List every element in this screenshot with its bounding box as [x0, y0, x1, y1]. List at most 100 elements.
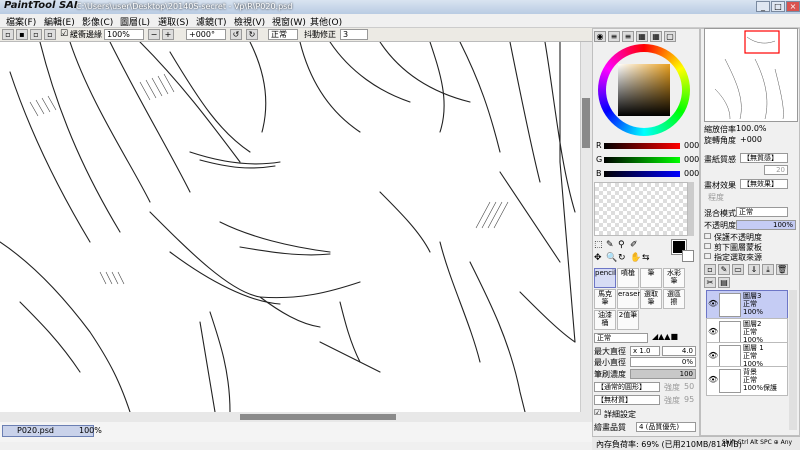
swatches-tab-icon[interactable]: ▦ [650, 31, 662, 42]
layer-item[interactable]: 👁 背景 正常 100%保護 [706, 366, 788, 396]
resize-icon[interactable]: ▫ [44, 29, 56, 40]
rotate-right-icon[interactable]: ↻ [246, 29, 258, 40]
color-mix-tab-icon[interactable]: ▦ [636, 31, 648, 42]
close-button[interactable]: × [786, 1, 800, 12]
brush-marker[interactable]: 馬克筆 [594, 289, 616, 309]
document-tab[interactable]: P020.psd 100% [2, 425, 102, 437]
rect-select-icon[interactable]: ⬚ [594, 240, 603, 250]
move-icon[interactable]: ✥ [594, 253, 602, 263]
navigator-preview[interactable] [704, 28, 798, 122]
menu-layer[interactable]: 圖層(L) [120, 15, 150, 28]
new-layer-icon[interactable]: ▫ [704, 264, 716, 275]
magic-wand-icon[interactable]: ⚲ [618, 240, 625, 250]
antialias-checkbox[interactable]: ☑ [60, 29, 68, 39]
scratchpad-tab-icon[interactable]: ▢ [664, 31, 676, 42]
minimize-button[interactable]: _ [756, 1, 770, 12]
zoom-out-icon[interactable]: − [148, 29, 160, 40]
transform-icon[interactable]: ▫ [30, 29, 42, 40]
visibility-eye-icon[interactable]: 👁 [708, 327, 718, 337]
brush-shape-select[interactable]: 【通常的圓形】 [594, 382, 660, 392]
brush-eraser[interactable]: eraser [617, 289, 640, 309]
brush-select-eraser[interactable]: 選區擦 [663, 289, 685, 309]
brush-tip-shapes[interactable]: ◢▲▲■ [652, 332, 696, 343]
protect-checkbox[interactable]: ☐ [704, 232, 711, 241]
clear-layer-icon[interactable]: ✂ [704, 277, 716, 288]
rotate-tool-icon[interactable]: ↻ [618, 253, 626, 263]
visibility-eye-icon[interactable]: 👁 [708, 299, 718, 309]
brush-pen[interactable]: 筆 [640, 268, 662, 288]
layer-blend-select[interactable]: 正常 [736, 207, 788, 217]
layer-scrollbar[interactable] [789, 290, 797, 430]
new-folder-icon[interactable]: ▭ [732, 264, 744, 275]
density-slider[interactable]: 100 [630, 369, 696, 379]
brush-binary[interactable]: 2值筆 [617, 310, 639, 330]
window-title: C:\Users\user\Desktop\20140S-secret - Vp… [76, 2, 293, 11]
b-slider[interactable] [604, 171, 680, 177]
antialias-label: 緩衝邊緣 [70, 30, 102, 39]
hand-icon[interactable]: ✋ [630, 253, 641, 263]
hsv-slider-tab-icon[interactable]: ≡ [622, 31, 634, 42]
blend-mode-select[interactable]: 正常 [268, 29, 298, 40]
merge-down-icon[interactable]: ⤓ [762, 264, 774, 275]
swatch-scrollbar[interactable] [688, 182, 694, 236]
color-mode-tabs: ◉ ≡ ≡ ▦ ▦ ▢ [594, 30, 698, 42]
zoom-select[interactable]: 100% [104, 29, 144, 40]
delete-layer-icon[interactable]: 🗑 [776, 264, 788, 275]
menu-select[interactable]: 選取(S) [158, 15, 189, 28]
vertical-scroll-thumb[interactable] [582, 98, 590, 148]
color-wheel-tab-icon[interactable]: ◉ [594, 31, 606, 42]
menu-edit[interactable]: 編輯(E) [44, 15, 75, 28]
visibility-eye-icon[interactable]: 👁 [708, 351, 718, 361]
new-linework-icon[interactable]: ✎ [718, 264, 730, 275]
max-size-value[interactable]: 4.0 [662, 346, 696, 356]
zoom-tool-icon[interactable]: 🔍 [606, 253, 617, 263]
brush-airbrush[interactable]: 噴槍 [617, 268, 639, 288]
paper-texture-select[interactable]: 【無質感】 [740, 153, 788, 163]
invert-selection-icon[interactable]: ▪ [16, 29, 28, 40]
effect-select[interactable]: 【無效果】 [740, 179, 788, 189]
layer-item[interactable]: 👁 圖層3 正常 100% [706, 290, 788, 320]
zoom-in-icon[interactable]: + [162, 29, 174, 40]
menu-others[interactable]: 其他(O) [310, 15, 342, 28]
source-checkbox[interactable]: ☐ [704, 252, 711, 261]
rotation-select[interactable]: +000° [186, 29, 226, 40]
background-color[interactable] [682, 250, 694, 262]
paper-strength[interactable]: 20 [764, 165, 788, 175]
swap-icon[interactable]: ⇆ [642, 253, 650, 263]
visibility-eye-icon[interactable]: 👁 [708, 375, 718, 385]
menu-window[interactable]: 視窗(W) [272, 15, 306, 28]
quality-select[interactable]: 4 (品質優先) [636, 422, 696, 432]
layer-mask-icon[interactable]: ▤ [718, 277, 730, 288]
stabilizer-select[interactable]: 3 [340, 29, 368, 40]
drawing-canvas[interactable] [0, 42, 580, 412]
opacity-slider[interactable]: 100% [736, 220, 796, 230]
saturation-value-square[interactable] [618, 64, 670, 116]
brush-watercolor[interactable]: 水彩筆 [663, 268, 685, 288]
lasso-icon[interactable]: ✎ [606, 240, 614, 250]
menu-filter[interactable]: 濾鏡(T) [196, 15, 227, 28]
menu-canvas[interactable]: 影像(C) [82, 15, 113, 28]
menu-file[interactable]: 檔案(F) [6, 15, 36, 28]
eyedropper-icon[interactable]: ✐ [630, 240, 638, 250]
maximize-button[interactable]: □ [771, 1, 785, 12]
deselect-icon[interactable]: ▫ [2, 29, 14, 40]
horizontal-scroll-thumb[interactable] [240, 414, 396, 420]
brush-select-pen[interactable]: 選取筆 [640, 289, 662, 309]
brush-mode-select[interactable]: 正常 [594, 333, 648, 343]
brush-bucket[interactable]: 油漆桶 [594, 310, 616, 330]
swatch-grid[interactable] [594, 182, 688, 236]
b-value: 000 [684, 169, 700, 178]
max-size-multiplier[interactable]: x 1.0 [630, 346, 660, 356]
rgb-slider-tab-icon[interactable]: ≡ [608, 31, 620, 42]
clip-checkbox[interactable]: ☐ [704, 242, 711, 251]
g-slider[interactable] [604, 157, 680, 163]
density-label: 筆刷濃度 [594, 370, 626, 379]
transfer-down-icon[interactable]: ⇓ [748, 264, 760, 275]
brush-texture-select[interactable]: 【無材質】 [594, 395, 660, 405]
min-size-value[interactable]: 0% [630, 357, 696, 367]
detail-checkbox[interactable]: ☑ [594, 408, 601, 417]
menu-view[interactable]: 檢視(V) [234, 15, 265, 28]
r-slider[interactable] [604, 143, 680, 149]
rotate-left-icon[interactable]: ↺ [230, 29, 242, 40]
brush-pencil[interactable]: pencil [594, 268, 616, 288]
